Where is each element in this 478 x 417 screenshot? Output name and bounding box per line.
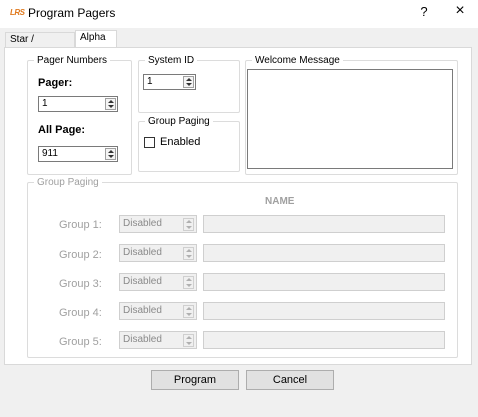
tab-star-coaster[interactable]: Star / Coaster bbox=[5, 32, 75, 59]
pager-numbers-legend: Pager Numbers bbox=[37, 55, 108, 66]
group-1-mode-value: Disabled bbox=[123, 218, 162, 229]
group-1-label: Group 1: bbox=[59, 219, 102, 231]
cancel-button[interactable]: Cancel bbox=[246, 370, 334, 390]
spin-arrows-icon[interactable] bbox=[183, 218, 194, 231]
pager-stepper[interactable]: 1 bbox=[38, 96, 118, 112]
all-page-value: 911 bbox=[42, 148, 58, 159]
group-1-mode-stepper[interactable]: Disabled bbox=[119, 215, 197, 233]
group-4-name-input[interactable] bbox=[203, 302, 445, 320]
group-2-mode-value: Disabled bbox=[123, 247, 162, 258]
group-1-name-input[interactable] bbox=[203, 215, 445, 233]
pager-value: 1 bbox=[42, 98, 48, 109]
group-2-mode-stepper[interactable]: Disabled bbox=[119, 244, 197, 262]
group-3-mode-stepper[interactable]: Disabled bbox=[119, 273, 197, 291]
all-page-label: All Page: bbox=[38, 124, 86, 136]
tab-page-alpha: Pager Numbers Pager: 1 All Page: 911 Sys… bbox=[4, 47, 472, 365]
spin-arrows-icon[interactable] bbox=[183, 76, 194, 88]
app-logo-icon: LRS bbox=[10, 8, 25, 17]
welcome-message-legend: Welcome Message bbox=[255, 55, 340, 66]
spin-arrows-icon[interactable] bbox=[183, 247, 194, 260]
group-4-label: Group 4: bbox=[59, 307, 102, 319]
group-paging-legend: Group Paging bbox=[37, 177, 99, 188]
group-3-name-input[interactable] bbox=[203, 273, 445, 291]
spin-arrows-icon[interactable] bbox=[183, 305, 194, 318]
window-title: Program Pagers bbox=[28, 6, 116, 20]
help-button[interactable]: ? bbox=[416, 4, 432, 22]
group-3-label: Group 3: bbox=[59, 278, 102, 290]
system-id-value: 1 bbox=[147, 76, 153, 87]
spin-arrows-icon[interactable] bbox=[183, 334, 194, 347]
group-2-name-input[interactable] bbox=[203, 244, 445, 262]
group-paging-enabled-checkbox[interactable] bbox=[144, 137, 155, 148]
spin-arrows-icon[interactable] bbox=[105, 98, 116, 110]
group-3-mode-value: Disabled bbox=[123, 276, 162, 287]
group-4-mode-value: Disabled bbox=[123, 305, 162, 316]
welcome-message-textarea[interactable] bbox=[247, 69, 453, 169]
group-5-mode-value: Disabled bbox=[123, 334, 162, 345]
spin-arrows-icon[interactable] bbox=[105, 148, 116, 160]
all-page-stepper[interactable]: 911 bbox=[38, 146, 118, 162]
group-4-mode-stepper[interactable]: Disabled bbox=[119, 302, 197, 320]
program-button[interactable]: Program bbox=[151, 370, 239, 390]
system-id-stepper[interactable]: 1 bbox=[143, 74, 196, 90]
close-button[interactable]: × bbox=[448, 2, 472, 24]
group-paging-enable-legend: Group Paging bbox=[148, 116, 210, 127]
group-5-mode-stepper[interactable]: Disabled bbox=[119, 331, 197, 349]
group-2-label: Group 2: bbox=[59, 249, 102, 261]
group-paging-enabled-label: Enabled bbox=[160, 136, 201, 148]
group-5-name-input[interactable] bbox=[203, 331, 445, 349]
tab-alpha[interactable]: Alpha bbox=[75, 30, 117, 48]
name-column-header: NAME bbox=[265, 196, 295, 207]
spin-arrows-icon[interactable] bbox=[183, 276, 194, 289]
pager-label: Pager: bbox=[38, 77, 73, 89]
system-id-legend: System ID bbox=[148, 55, 195, 66]
title-bar: LRS Program Pagers ? × bbox=[0, 0, 478, 28]
group-5-label: Group 5: bbox=[59, 336, 102, 348]
